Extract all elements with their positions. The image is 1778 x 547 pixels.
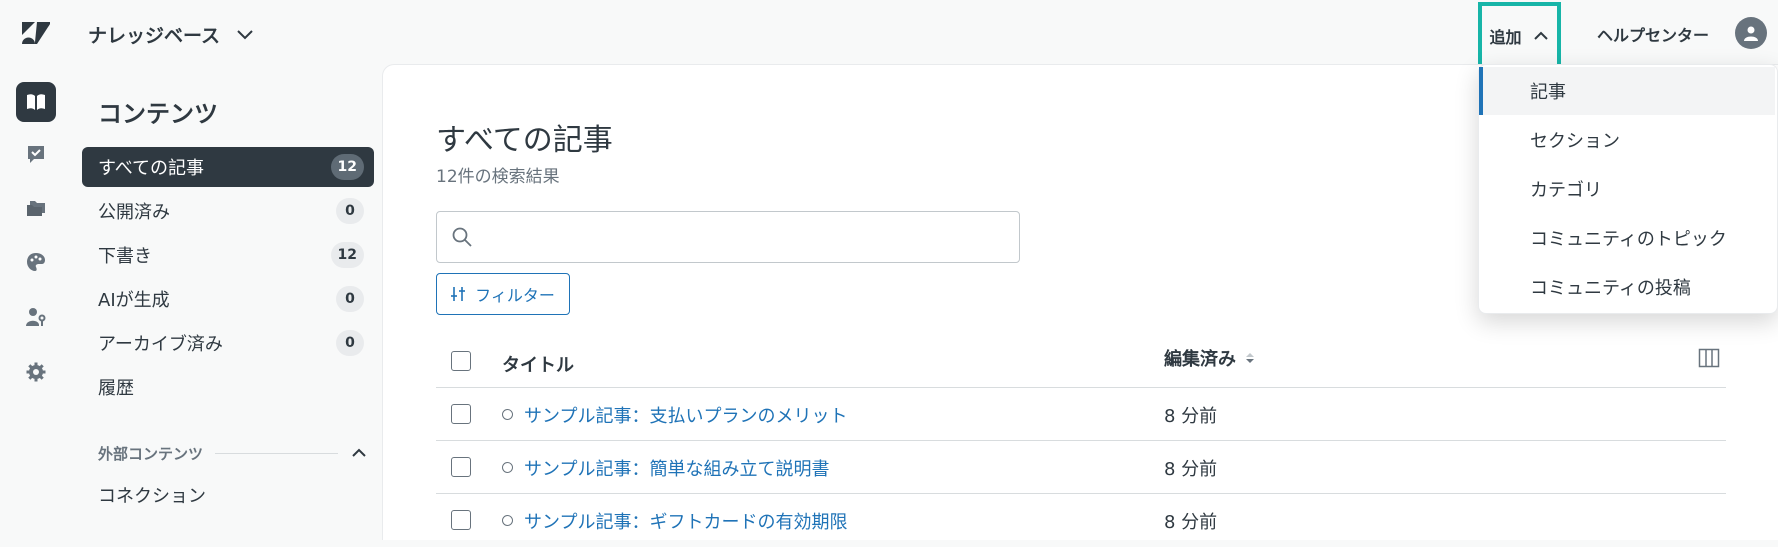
- icon-rail: [0, 64, 72, 540]
- menu-item-section[interactable]: セクション: [1479, 116, 1775, 164]
- rail-item-themes[interactable]: [16, 242, 56, 282]
- external-content-section-header[interactable]: 外部コンテンツ: [98, 441, 368, 465]
- select-all-checkbox[interactable]: [451, 351, 471, 371]
- palette-icon: [27, 253, 45, 271]
- rail-item-settings[interactable]: [16, 352, 56, 392]
- count-badge: 12: [330, 242, 364, 268]
- draft-status-icon: [502, 515, 513, 526]
- row-checkbox[interactable]: [451, 510, 471, 530]
- sidebar-title: コンテンツ: [98, 100, 218, 128]
- filter-button[interactable]: フィルター: [436, 273, 570, 315]
- result-count: 12件の検索結果: [436, 167, 560, 187]
- folders-icon: [27, 201, 45, 216]
- zendesk-logo-icon[interactable]: [22, 22, 50, 44]
- sidebar-item-archived[interactable]: アーカイブ済み 0: [82, 323, 374, 363]
- sidebar-item-label: すべての記事: [98, 158, 205, 179]
- count-badge: 0: [336, 286, 364, 312]
- top-bar: ナレッジベース 追加 ヘルプセンター: [0, 0, 1778, 69]
- sidebar-item-all-articles[interactable]: すべての記事 12: [82, 147, 374, 187]
- rail-item-tasks[interactable]: [16, 134, 56, 174]
- add-dropdown-menu: 記事 セクション カテゴリ コミュニティのトピック コミュニティの投稿: [1478, 64, 1778, 314]
- edited-time: 8 分前: [1164, 512, 1218, 533]
- edited-time: 8 分前: [1164, 459, 1218, 480]
- checkbox-message-icon: [28, 146, 44, 163]
- filter-button-label: フィルター: [475, 286, 555, 305]
- row-checkbox[interactable]: [451, 404, 471, 424]
- section-label: 外部コンテンツ: [98, 444, 204, 463]
- menu-item-community-topic[interactable]: コミュニティのトピック: [1479, 214, 1775, 262]
- product-switcher[interactable]: ナレッジベース: [88, 20, 256, 48]
- user-icon: [1744, 26, 1758, 41]
- page-title: すべての記事: [436, 123, 613, 158]
- user-key-icon: [26, 308, 46, 326]
- sidebar-item-history[interactable]: 履歴: [82, 367, 374, 407]
- rail-item-files[interactable]: [16, 188, 56, 228]
- search-input[interactable]: [483, 217, 1019, 257]
- sidebar-item-connections[interactable]: コネクション: [98, 482, 206, 508]
- column-header-edited[interactable]: 編集済み: [1164, 345, 1256, 371]
- article-title-link[interactable]: サンプル記事：ギフトカードの有効期限: [524, 508, 847, 534]
- sidebar-item-label: AIが生成: [98, 290, 170, 311]
- count-badge: 12: [330, 154, 364, 180]
- count-badge: 0: [336, 330, 364, 356]
- sidebar-item-label: アーカイブ済み: [98, 334, 223, 355]
- sort-icon: [1246, 353, 1254, 363]
- chevron-down-icon: [237, 30, 253, 40]
- table-row[interactable]: サンプル記事：支払いプランのメリット 8 分前: [436, 388, 1726, 441]
- table-header: タイトル 編集済み: [436, 335, 1726, 388]
- gear-icon: [26, 362, 46, 382]
- sidebar-item-label: 下書き: [98, 246, 152, 267]
- menu-item-community-post[interactable]: コミュニティの投稿: [1479, 263, 1775, 311]
- sidebar-item-ai-generated[interactable]: AIが生成 0: [82, 279, 374, 319]
- table-row[interactable]: サンプル記事：ギフトカードの有効期限 8 分前: [436, 494, 1726, 547]
- draft-status-icon: [502, 409, 513, 420]
- draft-status-icon: [502, 462, 513, 473]
- article-title-link[interactable]: サンプル記事：簡単な組み立て説明書: [524, 455, 829, 481]
- rail-item-knowledge-base[interactable]: [16, 82, 56, 122]
- add-button[interactable]: 追加: [1478, 2, 1561, 69]
- product-name: ナレッジベース: [88, 24, 221, 47]
- edited-time: 8 分前: [1164, 406, 1218, 427]
- rail-item-user-permissions[interactable]: [16, 297, 56, 337]
- column-header-title[interactable]: タイトル: [502, 351, 574, 377]
- sidebar-item-label: 履歴: [98, 378, 134, 399]
- count-badge: 0: [336, 198, 364, 224]
- book-icon: [27, 94, 45, 110]
- menu-item-article[interactable]: 記事: [1479, 67, 1775, 115]
- sliders-icon: [451, 287, 466, 301]
- column-header-edited-label: 編集済み: [1164, 349, 1236, 370]
- user-avatar[interactable]: [1735, 17, 1767, 49]
- row-checkbox[interactable]: [451, 457, 471, 477]
- chevron-up-icon[interactable]: [350, 444, 368, 462]
- table-row[interactable]: サンプル記事：簡単な組み立て説明書 8 分前: [436, 441, 1726, 494]
- sidebar-item-label: 公開済み: [98, 202, 170, 223]
- sidebar-item-published[interactable]: 公開済み 0: [82, 191, 374, 231]
- add-button-label: 追加: [1489, 27, 1522, 47]
- search-icon: [452, 227, 472, 247]
- columns-icon[interactable]: [1698, 347, 1720, 369]
- help-center-link[interactable]: ヘルプセンター: [1597, 22, 1709, 46]
- chevron-up-icon: [1533, 31, 1548, 40]
- content-sidebar: コンテンツ すべての記事 12 公開済み 0 下書き 12 AIが生成 0 アー…: [72, 64, 382, 540]
- search-field[interactable]: [436, 211, 1020, 263]
- divider: [215, 452, 338, 454]
- menu-item-category[interactable]: カテゴリ: [1479, 165, 1775, 213]
- article-title-link[interactable]: サンプル記事：支払いプランのメリット: [524, 402, 847, 428]
- sidebar-item-drafts[interactable]: 下書き 12: [82, 235, 374, 275]
